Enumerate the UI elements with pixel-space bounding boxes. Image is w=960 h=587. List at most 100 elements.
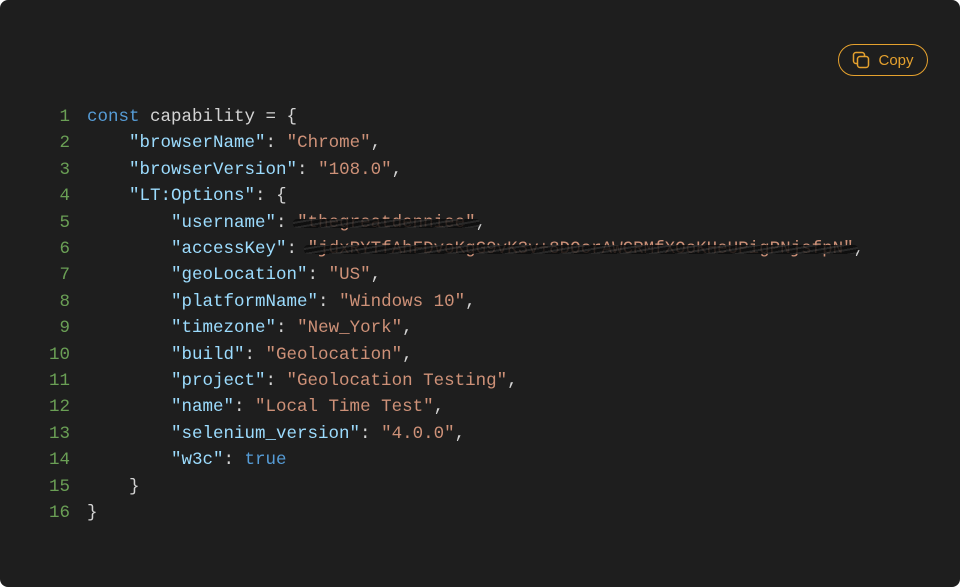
punctuation: } [87,503,98,524]
line-number: 16 [48,503,70,524]
separator: : [265,133,287,154]
line-code: "build": "Geolocation", [87,342,413,368]
line-code: "browserVersion": "108.0", [87,157,402,183]
code-line: 13 "selenium_version": "4.0.0", [0,421,864,447]
redacted-value: "jdxRYTfAhFDvoKgG9vK3v+8DOcrAWCRMfXOoKHe… [307,239,854,260]
separator: : [223,450,245,471]
code-line: 14 "w3c": true [0,447,864,473]
copy-button[interactable]: Copy [838,44,928,76]
code-line: 2 "browserName": "Chrome", [0,130,864,156]
code-line: 8 "platformName": "Windows 10", [0,289,864,315]
separator: : [307,265,329,286]
separator: : [234,397,256,418]
redacted-value: "thegreatdenniee" [297,212,476,233]
string-value: "Local Time Test" [255,397,434,418]
property-key: "LT:Options" [129,186,256,207]
line-number: 10 [48,344,70,365]
line-number: 1 [59,107,70,127]
punctuation: , [465,291,476,312]
punctuation: , [370,133,382,154]
keyword: const [87,107,140,127]
copy-label: Copy [878,51,914,69]
property-key: "selenium_version" [171,423,361,444]
line-number: 14 [48,450,70,471]
line-code: "name": "Local Time Test", [87,394,444,420]
code-line: 12 "name": "Local Time Test", [0,394,864,420]
line-number: 15 [48,476,70,497]
code-line: 7 "geoLocation": "US", [0,262,864,288]
code-line: 16} [0,500,864,526]
punctuation: , [454,423,466,444]
line-number: 13 [48,423,70,444]
punctuation: , [391,159,403,180]
property-key: "build" [171,344,245,365]
line-code: const capability = { [87,104,297,130]
line-code: "username": "thegreatdenniee", [87,210,486,236]
property-key: "geoLocation" [171,265,308,286]
code-line: 1 const capability = { [0,104,864,130]
separator: : [360,423,382,444]
punctuation: , [507,371,518,392]
line-code: "selenium_version": "4.0.0", [87,421,465,447]
string-value: "Geolocation Testing" [286,371,508,392]
line-number: 11 [48,371,70,392]
property-key: "project" [171,371,266,392]
punctuation: , [402,318,413,339]
separator: : [297,159,319,180]
punctuation: , [370,265,382,286]
code-line: 11 "project": "Geolocation Testing", [0,368,864,394]
string-value: "4.0.0" [381,423,455,444]
string-value: "US" [328,265,371,286]
code-block: Copy 1 const capability = {2 "browserName… [0,0,960,587]
property-key: "accessKey" [171,239,287,260]
code-text: capability = { [139,107,298,127]
copy-icon [853,51,870,69]
property-key: "timezone" [171,318,277,339]
line-number: 9 [59,318,70,339]
property-key: "name" [171,397,235,418]
string-value: "New_York" [297,318,403,339]
punctuation: , [433,397,445,418]
line-number: 3 [59,159,70,180]
code-line: 5 "username": "thegreatdenniee", [0,210,864,236]
line-number: 8 [59,291,70,312]
line-code: "browserName": "Chrome", [87,130,381,156]
code-line: 6 "accessKey": "jdxRYTfAhFDvoKgG9vK3v+8D… [0,236,864,262]
code-line: 9 "timezone": "New_York", [0,315,864,341]
line-code: "project": "Geolocation Testing", [87,368,518,394]
string-value: "Geolocation" [265,344,403,365]
line-number: 12 [48,397,70,418]
line-code: "platformName": "Windows 10", [87,289,476,315]
line-code: } [87,474,140,500]
boolean-value: true [244,450,287,471]
line-number: 4 [59,186,70,207]
line-number: 5 [59,212,70,233]
code-line: 4 "LT:Options": { [0,183,864,209]
property-key: "username" [171,212,277,233]
string-value: "108.0" [318,159,392,180]
code-content: 1 const capability = {2 "browserName": "C… [0,104,864,527]
line-code: "w3c": true [87,447,287,473]
property-key: "browserVersion" [129,159,298,180]
line-number: 6 [59,239,70,260]
string-value: "Chrome" [286,133,371,154]
property-key: "w3c" [171,450,224,471]
code-line: 10 "build": "Geolocation", [0,342,864,368]
separator: : [276,318,298,339]
punctuation: , [402,344,413,365]
punctuation: } [129,476,140,497]
separator: : [265,371,287,392]
line-code: } [87,500,98,526]
punctuation: { [276,186,287,207]
line-code: "accessKey": "jdxRYTfAhFDvoKgG9vK3v+8DOc… [87,236,864,262]
